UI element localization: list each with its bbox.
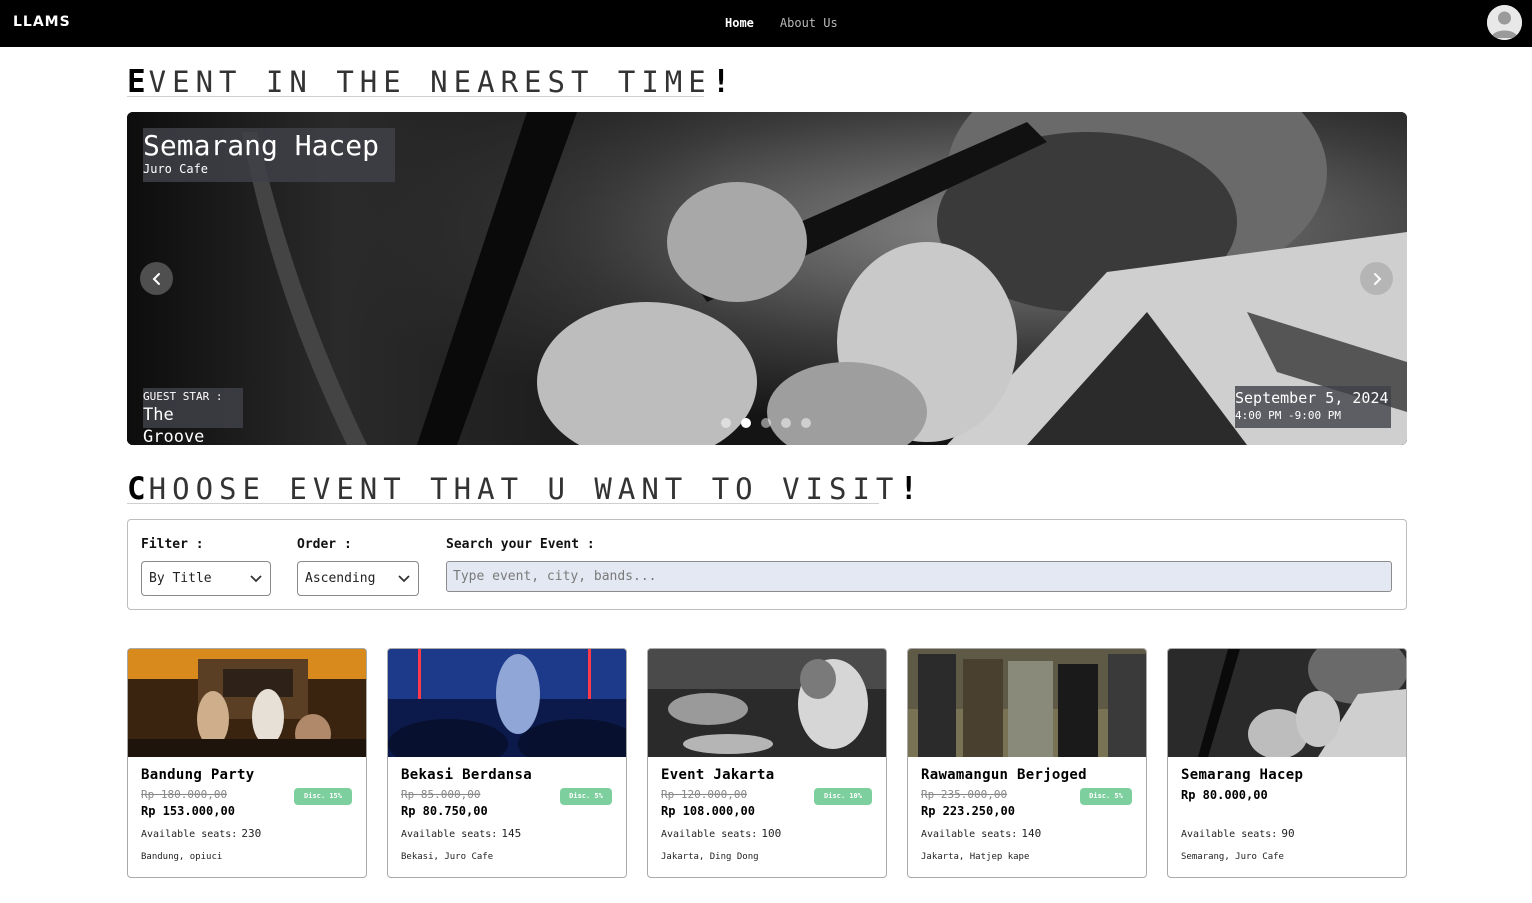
event-card-title: Bekasi Berdansa [401, 767, 532, 783]
carousel-dot[interactable] [781, 418, 791, 428]
event-card-seats: Available seats: 90 [1181, 827, 1295, 840]
event-card-title: Event Jakarta [661, 767, 775, 783]
event-card-old-price: Rp 180.000,00 [141, 788, 228, 801]
order-select-value: Ascending [305, 571, 376, 586]
title-underline [127, 503, 879, 504]
seats-value: 100 [761, 827, 782, 840]
carousel-next-button[interactable] [1360, 262, 1393, 295]
event-card-seats: Available seats: 230 [141, 827, 261, 840]
carousel-event-title: Semarang Hacep [143, 129, 380, 162]
event-card-location: Jakarta, Hatjep kape [921, 852, 1030, 862]
carousel-indicators [721, 418, 811, 428]
carousel-event-venue: Juro Cafe [143, 162, 209, 176]
order-label: Order : [297, 537, 352, 552]
event-card[interactable]: Semarang Hacep Rp 80.000,00 Available se… [1167, 648, 1407, 878]
guest-star-label: GUEST STAR : [143, 390, 223, 403]
filter-select-value: By Title [149, 571, 212, 586]
event-card[interactable]: Event Jakarta Rp 120.000,00 Rp 108.000,0… [647, 648, 887, 878]
event-card-title: Bandung Party [141, 767, 255, 783]
user-avatar-icon[interactable] [1487, 5, 1522, 40]
logo[interactable]: LLAMS [13, 14, 71, 30]
event-card-image [128, 649, 366, 757]
filter-panel: Filter : By Title Order : Ascending Sear… [127, 519, 1407, 610]
event-card-image [388, 649, 626, 757]
seats-label: Available seats: [921, 829, 1018, 840]
nav-links: Home About Us [725, 16, 838, 30]
seats-value: 140 [1021, 827, 1042, 840]
event-card-title: Rawamangun Berjoged [921, 767, 1087, 783]
search-input[interactable] [446, 561, 1392, 592]
carousel-dot[interactable] [801, 418, 811, 428]
filter-label: Filter : [141, 537, 204, 552]
seats-value: 90 [1281, 827, 1295, 840]
seats-value: 230 [241, 827, 262, 840]
event-carousel[interactable]: Semarang Hacep Juro Cafe GUEST STAR : Th… [127, 112, 1407, 445]
filter-select[interactable]: By Title [141, 561, 271, 596]
event-card-price: Rp 223.250,00 [921, 804, 1015, 818]
event-card-image [1168, 649, 1406, 757]
event-card-location: Bandung, opiuci [141, 852, 223, 862]
event-card[interactable]: Bekasi Berdansa Rp 85.000,00 Rp 80.750,0… [387, 648, 627, 878]
carousel-dot-active[interactable] [741, 418, 751, 428]
chevron-down-icon [250, 575, 262, 583]
event-time: 4:00 PM -9:00 PM [1235, 409, 1341, 422]
event-date: September 5, 2024 [1235, 389, 1389, 407]
event-card-price: Rp 80.750,00 [401, 804, 488, 818]
event-date-box: September 5, 2024 4:00 PM -9:00 PM [1235, 386, 1391, 428]
search-label: Search your Event : [446, 537, 595, 552]
section-title-nearest: EVENT IN THE NEAREST TIME! [127, 64, 734, 100]
chevron-down-icon [398, 575, 410, 583]
discount-badge: Disc. 15% [294, 788, 352, 805]
seats-value: 145 [501, 827, 522, 840]
carousel-title-box: Semarang Hacep Juro Cafe [143, 128, 395, 182]
event-card-location: Semarang, Juro Cafe [1181, 852, 1284, 862]
event-card-image [648, 649, 886, 757]
section-title-choose: CHOOSE EVENT THAT U WANT TO VISIT! [127, 471, 922, 507]
event-card[interactable]: Bandung Party Rp 180.000,00 Rp 153.000,0… [127, 648, 367, 878]
carousel-dot[interactable] [761, 418, 771, 428]
chevron-left-icon [152, 272, 160, 285]
navbar: LLAMS Home About Us [0, 0, 1532, 47]
discount-badge: Disc. 5% [560, 788, 612, 805]
seats-label: Available seats: [141, 829, 238, 840]
chevron-right-icon [1373, 272, 1381, 285]
event-card[interactable]: Rawamangun Berjoged Rp 235.000,00 Rp 223… [907, 648, 1147, 878]
guest-star-box: GUEST STAR : The Groove [143, 388, 243, 445]
event-card-seats: Available seats: 140 [921, 827, 1041, 840]
nav-link-about[interactable]: About Us [780, 16, 838, 30]
event-card-old-price: Rp 85.000,00 [401, 788, 481, 801]
event-card-price: Rp 80.000,00 [1181, 788, 1268, 802]
event-card-image [908, 649, 1146, 757]
nav-link-home[interactable]: Home [725, 16, 754, 30]
event-card-price: Rp 108.000,00 [661, 804, 755, 818]
event-card-old-price: Rp 120.000,00 [661, 788, 748, 801]
carousel-prev-button[interactable] [140, 262, 173, 295]
discount-badge: Disc. 5% [1080, 788, 1132, 805]
seats-label: Available seats: [661, 829, 758, 840]
event-card-location: Jakarta, Ding Dong [661, 852, 759, 862]
title-underline [127, 96, 704, 97]
event-card-location: Bekasi, Juro Cafe [401, 852, 494, 862]
event-card-old-price: Rp 235.000,00 [921, 788, 1008, 801]
guest-star-name: The Groove [143, 405, 205, 445]
event-card-price: Rp 153.000,00 [141, 804, 235, 818]
event-card-title: Semarang Hacep [1181, 767, 1304, 783]
order-select[interactable]: Ascending [297, 561, 419, 596]
event-card-seats: Available seats: 100 [661, 827, 781, 840]
carousel-dot[interactable] [721, 418, 731, 428]
seats-label: Available seats: [1181, 829, 1278, 840]
seats-label: Available seats: [401, 829, 498, 840]
discount-badge: Disc. 10% [814, 788, 872, 805]
event-card-seats: Available seats: 145 [401, 827, 521, 840]
